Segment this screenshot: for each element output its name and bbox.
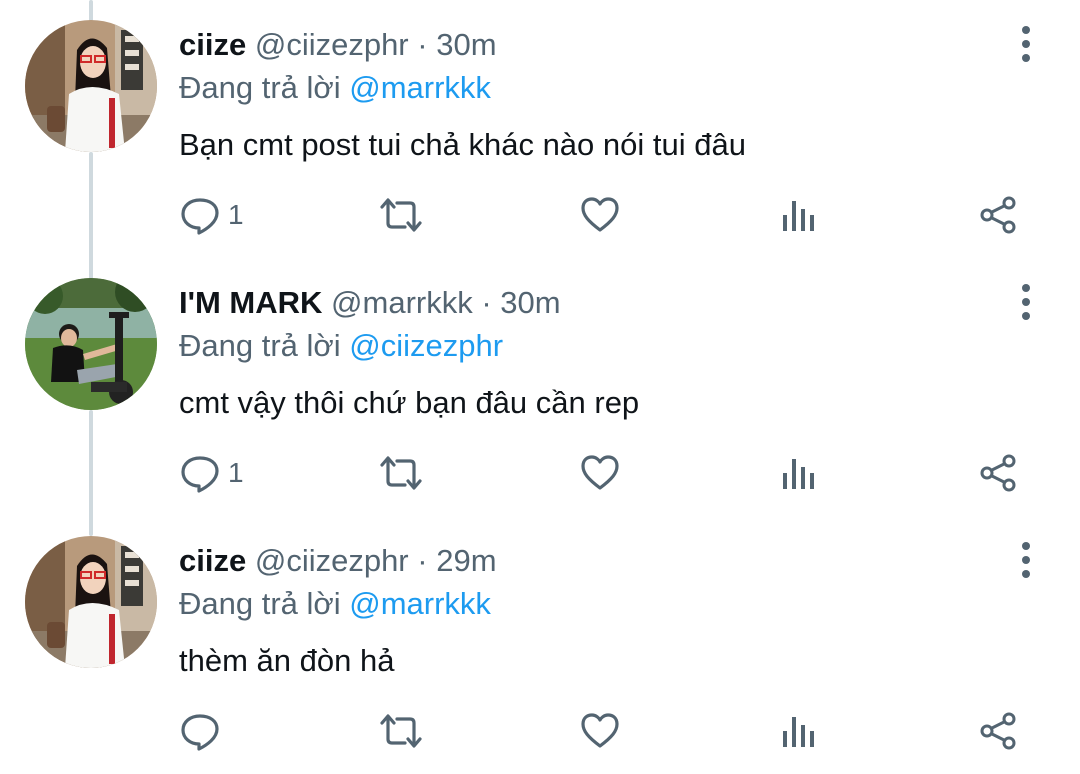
retweet-button[interactable] <box>378 448 424 498</box>
reply-icon <box>180 453 220 493</box>
retweet-icon <box>378 195 424 235</box>
display-name[interactable]: ciize <box>179 543 246 578</box>
user-handle[interactable]: @ciizezphr <box>255 543 409 578</box>
share-icon <box>978 453 1018 493</box>
timestamp[interactable]: 30m <box>500 285 560 320</box>
share-button[interactable] <box>978 448 1018 498</box>
retweet-button[interactable] <box>378 706 424 756</box>
like-button[interactable] <box>580 448 620 498</box>
views-icon <box>780 453 816 493</box>
avatar[interactable] <box>25 278 157 410</box>
more-icon[interactable] <box>1006 282 1046 326</box>
share-button[interactable] <box>978 190 1018 240</box>
share-icon <box>978 711 1018 751</box>
avatar[interactable] <box>25 20 157 152</box>
more-icon[interactable] <box>1006 24 1046 68</box>
tweet-header: ciize @ciizezphr · 29m <box>179 542 497 580</box>
share-icon <box>978 195 1018 235</box>
tweet-text: cmt vậy thôi chứ bạn đâu cần rep <box>179 385 640 420</box>
avatar[interactable] <box>25 536 157 668</box>
reply-button[interactable] <box>180 706 228 756</box>
like-button[interactable] <box>580 190 620 240</box>
action-bar: 1 <box>0 448 1080 498</box>
tweet[interactable]: ciize @ciizezphr · 29m Đang trả lời @mar… <box>0 516 1080 774</box>
action-bar <box>0 706 1080 756</box>
replying-prefix: Đang trả lời <box>179 586 341 621</box>
like-icon <box>580 195 620 235</box>
timestamp[interactable]: 29m <box>436 543 496 578</box>
mention-link[interactable]: @marrkkk <box>349 70 491 105</box>
retweet-icon <box>378 453 424 493</box>
separator: · <box>417 543 428 578</box>
separator: · <box>417 27 428 62</box>
views-button[interactable] <box>780 448 816 498</box>
tweet-header: I'M MARK @marrkkk · 30m <box>179 284 561 322</box>
user-handle[interactable]: @ciizezphr <box>255 27 409 62</box>
views-button[interactable] <box>780 190 816 240</box>
like-button[interactable] <box>580 706 620 756</box>
replying-prefix: Đang trả lời <box>179 70 341 105</box>
retweet-button[interactable] <box>378 190 424 240</box>
views-icon <box>780 195 816 235</box>
reply-thread: ciize @ciizezphr · 30m Đang trả lời @mar… <box>0 0 1080 774</box>
views-button[interactable] <box>780 706 816 756</box>
replying-prefix: Đang trả lời <box>179 328 341 363</box>
reply-button[interactable]: 1 <box>180 448 244 498</box>
reply-count: 1 <box>228 199 244 230</box>
replying-to: Đang trả lời @ciizezphr <box>179 327 503 365</box>
like-icon <box>580 453 620 493</box>
tweet-header: ciize @ciizezphr · 30m <box>179 26 497 64</box>
user-handle[interactable]: @marrkkk <box>331 285 473 320</box>
tweet-text: thèm ăn đòn hả <box>179 643 395 678</box>
display-name[interactable]: ciize <box>179 27 246 62</box>
reply-count: 1 <box>228 457 244 488</box>
reply-icon <box>180 711 220 751</box>
display-name[interactable]: I'M MARK <box>179 285 322 320</box>
replying-to: Đang trả lời @marrkkk <box>179 585 491 623</box>
retweet-icon <box>378 711 424 751</box>
tweet-text: Bạn cmt post tui chả khác nào nói tui đâ… <box>179 127 746 162</box>
action-bar: 1 <box>0 190 1080 240</box>
tweet[interactable]: I'M MARK @marrkkk · 30m Đang trả lời @ci… <box>0 258 1080 516</box>
views-icon <box>780 711 816 751</box>
mention-link[interactable]: @ciizezphr <box>349 328 503 363</box>
more-icon[interactable] <box>1006 540 1046 584</box>
like-icon <box>580 711 620 751</box>
mention-link[interactable]: @marrkkk <box>349 586 491 621</box>
timestamp[interactable]: 30m <box>436 27 496 62</box>
tweet[interactable]: ciize @ciizezphr · 30m Đang trả lời @mar… <box>0 0 1080 258</box>
replying-to: Đang trả lời @marrkkk <box>179 69 491 107</box>
separator: · <box>481 285 492 320</box>
reply-icon <box>180 195 220 235</box>
share-button[interactable] <box>978 706 1018 756</box>
reply-button[interactable]: 1 <box>180 190 244 240</box>
